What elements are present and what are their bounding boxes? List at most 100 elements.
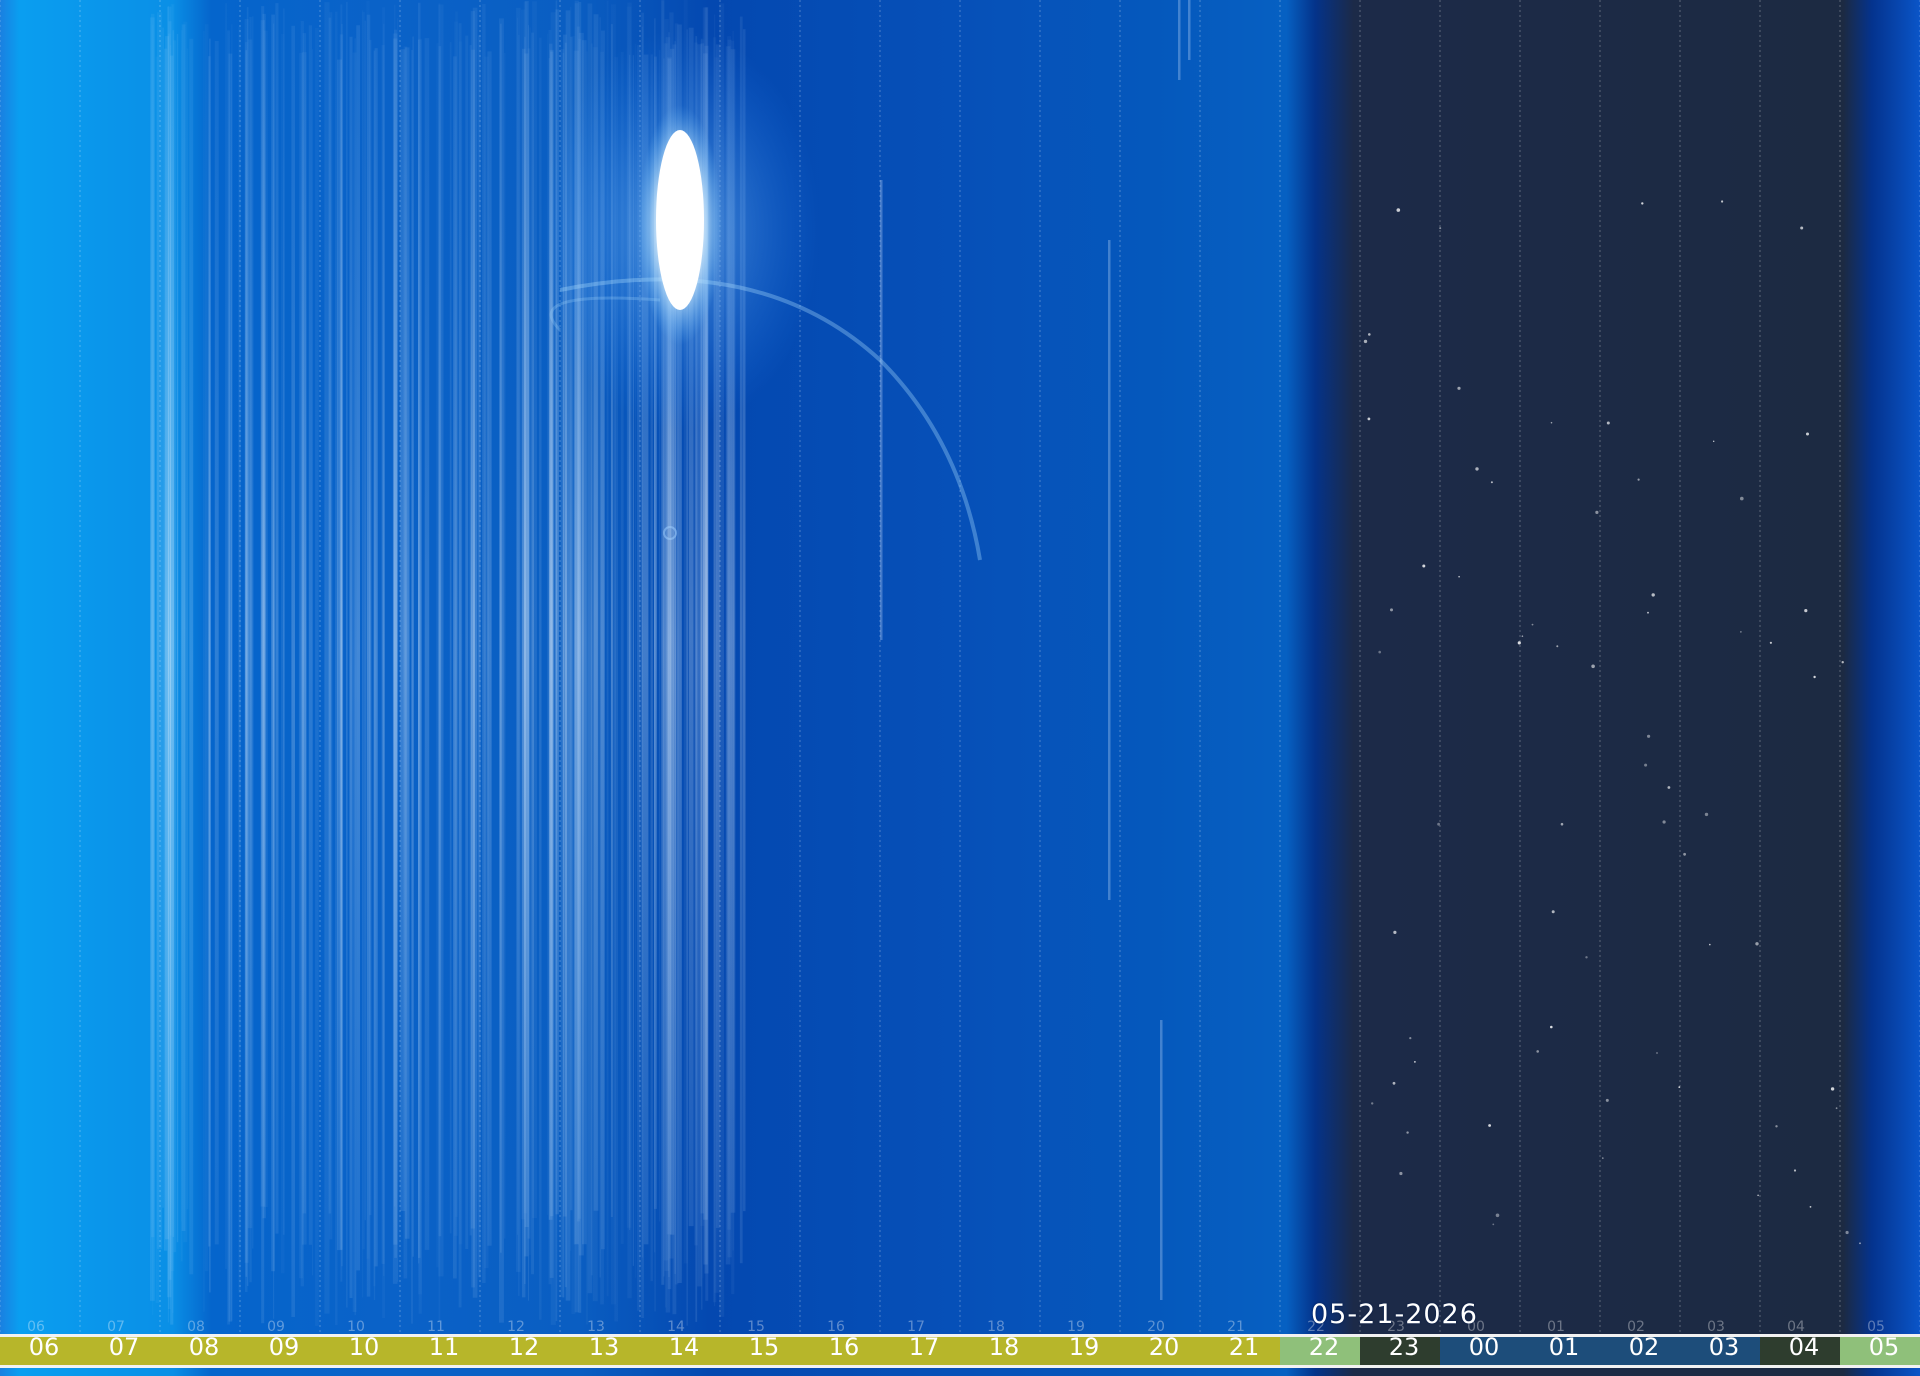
star [1602,1157,1604,1159]
keogram-canvas [0,0,1920,1376]
hour-label-ghost: 04 [1787,1319,1805,1335]
hour-label: 23 [1388,1333,1420,1361]
star [1396,208,1401,212]
cloud-streak [487,51,492,1246]
hour-label-ghost: 02 [1627,1319,1645,1335]
hour-label-ghost: 09 [267,1319,285,1335]
hour-label-ghost: 06 [27,1319,45,1335]
star [1859,1242,1861,1245]
star [1536,1050,1539,1053]
star [1363,339,1368,344]
hour-label: 04 [1788,1333,1820,1361]
hour-label-ghost: 14 [667,1319,685,1335]
cloud-streak [209,38,211,1293]
hour-label-ghost: 07 [107,1319,125,1335]
star [1644,763,1648,767]
star [1800,226,1804,230]
hour-label-ghost: 15 [747,1319,765,1335]
hour-label-ghost: 18 [987,1319,1005,1335]
cloud-streak [393,38,398,1245]
hour-label: 08 [188,1333,220,1361]
hour-label: 17 [908,1333,940,1361]
cloud-streak [312,49,313,1276]
hour-label-ghost: 05 [1867,1319,1885,1335]
star [1647,734,1651,738]
cloud-streak [482,4,486,1283]
hour-label: 15 [748,1333,780,1361]
cloud-streak [504,52,506,1239]
hour-label-ghost: 21 [1227,1319,1245,1335]
hour-label-ghost: 03 [1707,1319,1725,1335]
star [1409,1037,1412,1040]
cloud-streak [374,48,378,1267]
cloud-streak [465,35,469,1250]
hour-label-ghost: 19 [1067,1319,1085,1335]
hour-label: 12 [508,1333,540,1361]
star [1488,1124,1491,1127]
hour-label: 19 [1068,1333,1100,1361]
star [1495,1213,1500,1218]
hour-label: 20 [1148,1333,1180,1361]
cloud-streak [412,36,414,1257]
cloud-streak [252,16,254,1249]
star [1414,1061,1416,1063]
star [1367,417,1371,421]
hour-label: 07 [108,1333,140,1361]
star [1392,1081,1396,1085]
hour-label: 05 [1868,1333,1900,1361]
star [1475,467,1479,471]
hour-label-ghost: 17 [907,1319,925,1335]
star [1368,333,1371,336]
cloud-streak [164,48,168,1251]
hour-label: 18 [988,1333,1020,1361]
star [1390,608,1393,612]
star [1517,641,1521,645]
hour-label: 16 [828,1333,860,1361]
cloud-streak [366,0,370,1259]
star [1656,1052,1658,1054]
cloud-streak [231,24,233,1321]
hour-label: 21 [1228,1333,1260,1361]
cloud-streak [524,36,526,1284]
cloud-streak [324,2,330,1314]
star [1393,930,1397,935]
cloud-streak [454,21,458,1236]
hour-label-ghost: 01 [1547,1319,1565,1335]
cloud-streak [244,19,249,1263]
hour-label: 14 [668,1333,700,1361]
hour-label-ghost: 13 [587,1319,605,1335]
hour-label: 11 [428,1333,460,1361]
star [1709,943,1711,946]
cloud-streak [449,42,452,1234]
hour-label: 22 [1308,1333,1340,1361]
hour-label: 13 [588,1333,620,1361]
star [1457,386,1461,390]
cloud-streak [282,8,285,1235]
star [1806,432,1809,436]
star [1757,1194,1759,1197]
star [1521,635,1524,637]
cloud-streak [349,36,353,1298]
hour-label: 02 [1628,1333,1660,1361]
cloud-streak [383,23,385,1276]
star [1845,1230,1849,1235]
star [1809,1206,1812,1208]
star [1399,1171,1403,1176]
cloud-streak [400,49,406,1212]
star [1830,1087,1835,1091]
cloud-streak [180,30,183,1262]
star [1740,631,1742,633]
star [1437,822,1440,826]
hour-label-ghost: 20 [1147,1319,1165,1335]
cloud-streak [204,24,209,1272]
star [1585,956,1588,959]
star [1641,202,1644,205]
star [1378,650,1381,654]
star [1422,564,1426,568]
cloud-streak [308,25,312,1245]
cloud-streak [516,7,521,1272]
hour-label-ghost: 16 [827,1319,845,1335]
star [1406,1131,1409,1134]
cloud-streak [1160,1020,1163,1300]
cloud-streak [275,3,279,1234]
